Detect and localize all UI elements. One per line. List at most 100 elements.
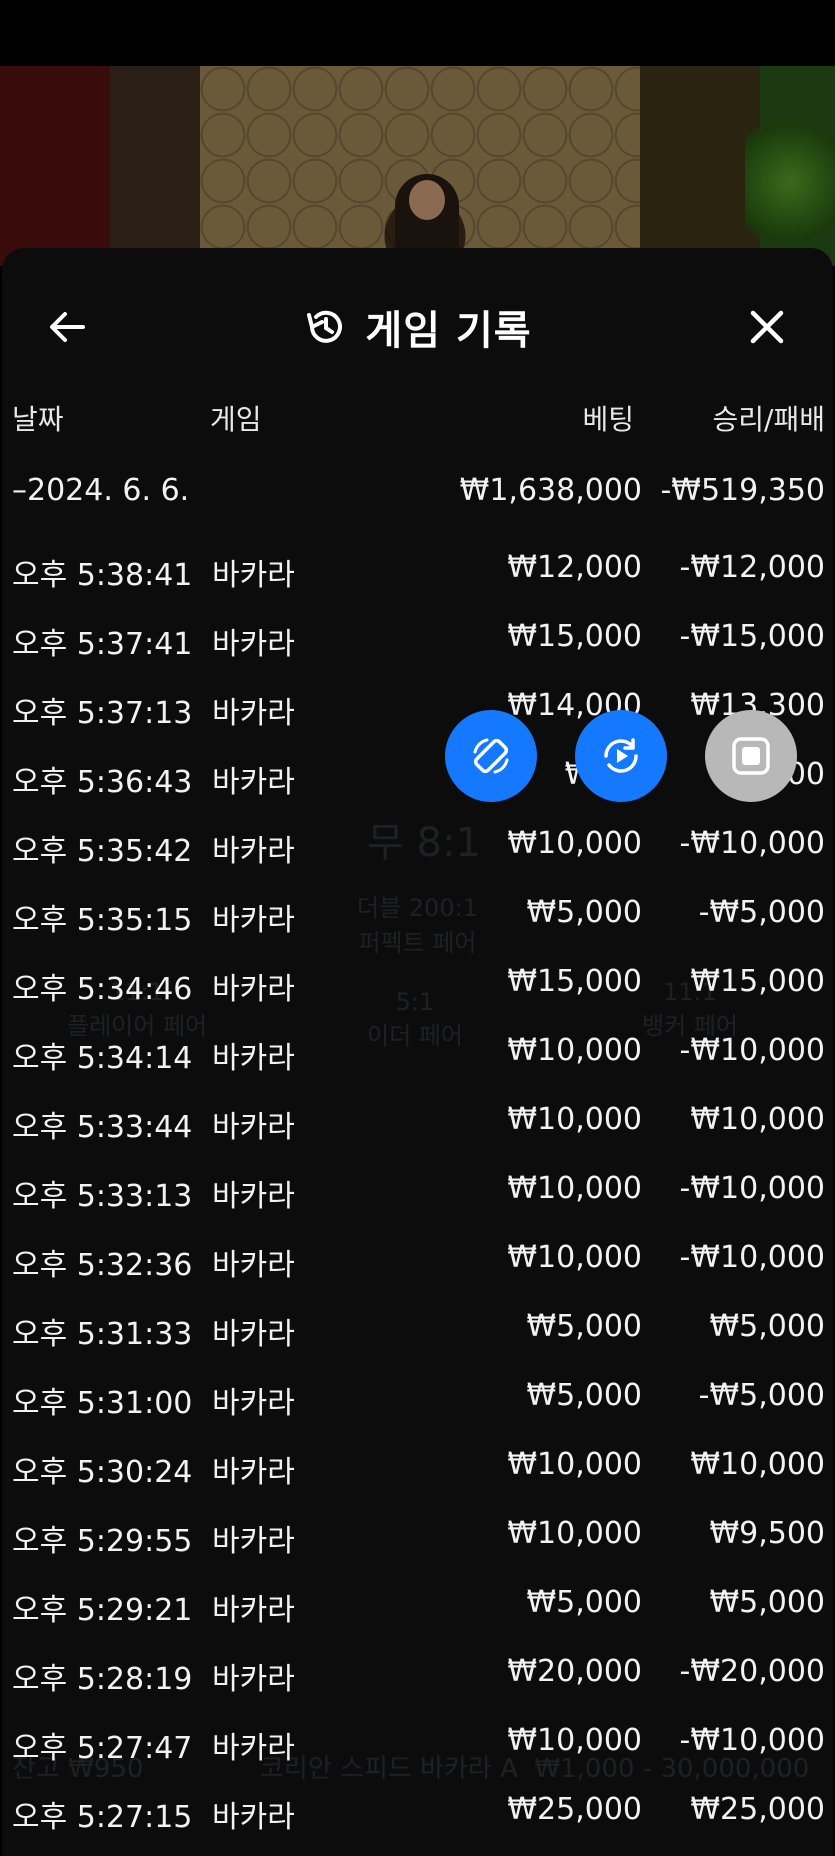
row-bet: ₩5,000 — [526, 1309, 642, 1344]
row-bet: ₩15,000 — [507, 964, 642, 999]
row-game: 바카라 — [212, 765, 295, 800]
history-row[interactable]: 오후 5:37:13 바카라 ₩14,000 ₩13,300 — [2, 688, 833, 738]
row-win: ₩25,000 — [690, 1792, 825, 1827]
row-bet: ₩10,000 — [507, 826, 642, 861]
history-row[interactable]: 오후 5:37:41 바카라 ₩15,000 -₩15,000 — [2, 619, 833, 669]
history-row[interactable]: 오후 5:35:42 바카라 ₩10,000 -₩10,000 — [2, 826, 833, 876]
history-row[interactable]: 오후 5:34:14 바카라 ₩10,000 -₩10,000 — [2, 1033, 833, 1083]
row-win: -₩12,000 — [679, 550, 825, 585]
row-game: 바카라 — [212, 834, 295, 869]
stop-button[interactable] — [705, 710, 797, 802]
row-time: 오후 5:29:21 — [12, 1593, 193, 1628]
row-time: 오후 5:27:47 — [12, 1731, 193, 1766]
row-win: ₩15,000 — [690, 964, 825, 999]
row-win: -₩5,000 — [698, 1378, 825, 1413]
row-time: 오후 5:29:55 — [12, 1524, 193, 1559]
row-win: ₩10,000 — [690, 1102, 825, 1137]
summary-bet: ₩1,638,000 — [459, 473, 642, 508]
screen-rotate-icon — [473, 738, 509, 774]
row-win: -₩10,000 — [679, 1033, 825, 1068]
history-row[interactable]: 오후 5:34:46 바카라 ₩15,000 ₩15,000 — [2, 964, 833, 1014]
row-game: 바카라 — [212, 1662, 295, 1697]
row-time: 오후 5:34:14 — [12, 1041, 193, 1076]
row-time: 오후 5:38:41 — [12, 558, 193, 593]
panel-title-group: 게임 기록 — [2, 300, 833, 354]
history-row[interactable]: 오후 5:31:33 바카라 ₩5,000 ₩5,000 — [2, 1309, 833, 1359]
game-history-panel: 무 8:1 더블 200:1 퍼펙트 페어 11:1 플레이어 페어 5:1 이… — [2, 248, 833, 1856]
row-bet: ₩5,000 — [526, 1585, 642, 1620]
row-game: 바카라 — [212, 1110, 295, 1145]
row-time: 오후 5:30:24 — [12, 1455, 193, 1490]
table-header: 날짜 게임 베팅 승리/패배 — [2, 398, 833, 444]
stop-icon — [732, 737, 770, 775]
summary-win: -₩519,350 — [660, 473, 825, 508]
row-win: ₩9,500 — [709, 1516, 825, 1551]
column-bet: 베팅 — [582, 403, 634, 436]
row-win: ₩10,000 — [690, 1447, 825, 1482]
history-row[interactable]: 오후 5:38:41 바카라 ₩12,000 -₩12,000 — [2, 550, 833, 600]
history-row[interactable]: 오후 5:28:19 바카라 ₩20,000 -₩20,000 — [2, 1654, 833, 1704]
row-time: 오후 5:37:41 — [12, 627, 193, 662]
row-time: 오후 5:35:15 — [12, 903, 193, 938]
row-time: 오후 5:33:13 — [12, 1179, 193, 1214]
row-game: 바카라 — [212, 1179, 295, 1214]
summary-date: –2024. 6. 6. — [12, 473, 190, 508]
row-game: 바카라 — [212, 696, 295, 731]
row-game: 바카라 — [212, 972, 295, 1007]
column-date: 날짜 — [12, 403, 64, 436]
row-bet: ₩10,000 — [507, 1102, 642, 1137]
row-time: 오후 5:35:42 — [12, 834, 193, 869]
history-icon — [307, 310, 343, 343]
close-button[interactable] — [740, 300, 794, 354]
row-time: 오후 5:28:19 — [12, 1662, 193, 1697]
screen-rotate-button[interactable] — [445, 710, 537, 802]
row-time: 오후 5:27:15 — [12, 1800, 193, 1835]
row-game: 바카라 — [212, 1041, 295, 1076]
live-video-feed — [0, 66, 835, 266]
row-game: 바카라 — [212, 1800, 295, 1835]
replay-icon — [604, 738, 638, 773]
history-row[interactable]: 오후 5:30:24 바카라 ₩10,000 ₩10,000 — [2, 1447, 833, 1497]
row-bet: ₩5,000 — [526, 895, 642, 930]
row-time: 오후 5:31:33 — [12, 1317, 193, 1352]
history-row[interactable]: 오후 5:29:55 바카라 ₩10,000 ₩9,500 — [2, 1516, 833, 1566]
status-bar — [0, 0, 835, 66]
history-row[interactable]: 오후 5:32:36 바카라 ₩10,000 -₩10,000 — [2, 1240, 833, 1290]
row-bet: ₩12,000 — [507, 550, 642, 585]
row-time: 오후 5:32:36 — [12, 1248, 193, 1283]
history-row[interactable]: 오후 5:33:13 바카라 ₩10,000 -₩10,000 — [2, 1171, 833, 1221]
row-time: 오후 5:34:46 — [12, 972, 193, 1007]
column-win-loss: 승리/패배 — [712, 403, 825, 436]
row-win: -₩20,000 — [679, 1654, 825, 1689]
history-row[interactable]: 오후 5:27:47 바카라 ₩10,000 -₩10,000 — [2, 1723, 833, 1773]
close-icon — [750, 310, 784, 344]
history-row[interactable]: 오후 5:33:44 바카라 ₩10,000 ₩10,000 — [2, 1102, 833, 1152]
row-bet: ₩20,000 — [507, 1654, 642, 1689]
replay-button[interactable] — [575, 710, 667, 802]
row-win: -₩10,000 — [679, 1240, 825, 1275]
date-summary-row[interactable]: –2024. 6. 6. ₩1,638,000 -₩519,350 — [2, 473, 833, 523]
history-row[interactable]: 오후 5:35:15 바카라 ₩5,000 -₩5,000 — [2, 895, 833, 945]
row-win: ₩5,000 — [709, 1585, 825, 1620]
row-bet: ₩15,000 — [507, 619, 642, 654]
row-bet: ₩10,000 — [507, 1723, 642, 1758]
row-bet: ₩10,000 — [507, 1447, 642, 1482]
row-game: 바카라 — [212, 1248, 295, 1283]
row-win: ₩5,000 — [709, 1309, 825, 1344]
row-time: 오후 5:31:00 — [12, 1386, 193, 1421]
row-bet: ₩10,000 — [507, 1033, 642, 1068]
row-win: -₩5,000 — [698, 895, 825, 930]
row-game: 바카라 — [212, 903, 295, 938]
row-game: 바카라 — [212, 627, 295, 662]
history-row[interactable]: 오후 5:29:21 바카라 ₩5,000 ₩5,000 — [2, 1585, 833, 1635]
row-bet: ₩10,000 — [507, 1516, 642, 1551]
history-row[interactable]: 오후 5:27:15 바카라 ₩25,000 ₩25,000 — [2, 1792, 833, 1842]
row-game: 바카라 — [212, 1317, 295, 1352]
row-time: 오후 5:36:43 — [12, 765, 193, 800]
history-row[interactable]: 오후 5:31:00 바카라 ₩5,000 -₩5,000 — [2, 1378, 833, 1428]
row-win: -₩10,000 — [679, 1723, 825, 1758]
row-game: 바카라 — [212, 1455, 295, 1490]
row-bet: ₩10,000 — [507, 1171, 642, 1206]
row-game: 바카라 — [212, 1524, 295, 1559]
page-title: 게임 기록 — [365, 308, 532, 354]
